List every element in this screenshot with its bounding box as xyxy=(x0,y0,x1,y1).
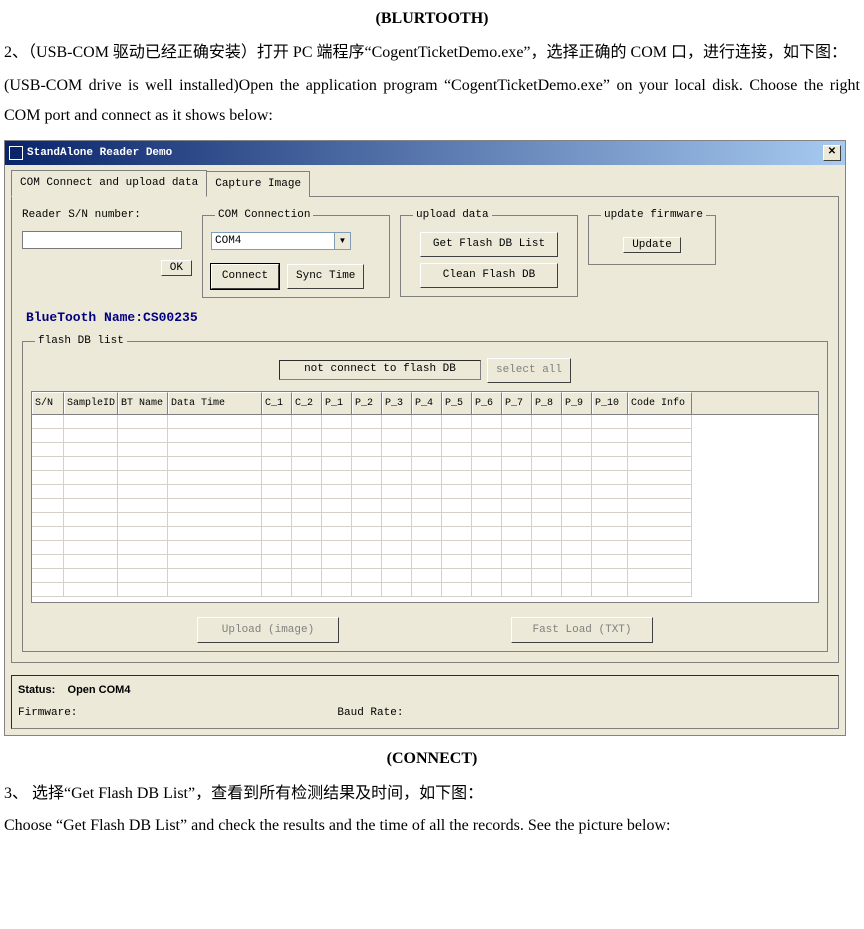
table-row xyxy=(32,415,818,429)
step2-english: (USB-COM drive is well installed)Open th… xyxy=(4,71,860,132)
column-header[interactable]: P_6 xyxy=(472,392,502,414)
heading-connect: (CONNECT) xyxy=(4,744,860,774)
connect-button[interactable]: Connect xyxy=(211,264,279,289)
baud-rate-label: Baud Rate: xyxy=(337,703,403,724)
sync-time-button[interactable]: Sync Time xyxy=(287,264,364,289)
get-flash-db-button[interactable]: Get Flash DB List xyxy=(420,232,558,257)
column-header[interactable]: P_1 xyxy=(322,392,352,414)
table-row xyxy=(32,443,818,457)
fast-load-txt-button[interactable]: Fast Load (TXT) xyxy=(511,617,653,644)
table-row xyxy=(32,583,818,597)
column-header[interactable]: P_9 xyxy=(562,392,592,414)
table-row xyxy=(32,471,818,485)
window-title: StandAlone Reader Demo xyxy=(27,143,172,164)
column-header[interactable]: P_10 xyxy=(592,392,628,414)
grid-header: S/NSampleIDBT NameData TimeC_1C_2P_1P_2P… xyxy=(32,392,818,415)
flash-status-text: not connect to flash DB xyxy=(279,360,481,380)
column-header[interactable]: P_8 xyxy=(532,392,562,414)
status-panel: Status: Open COM4 Firmware: Baud Rate: xyxy=(11,675,839,729)
column-header[interactable]: SampleID xyxy=(64,392,118,414)
column-header[interactable]: C_2 xyxy=(292,392,322,414)
titlebar: StandAlone Reader Demo ✕ xyxy=(5,141,845,166)
grid-body xyxy=(32,415,818,597)
sn-area: Reader S/N number: OK xyxy=(22,205,192,279)
upload-image-button[interactable]: Upload (image) xyxy=(197,617,339,644)
flash-db-legend: flash DB list xyxy=(35,331,127,352)
step3-chinese: 3、 选择“Get Flash DB List”，查看到所有检测结果及时间，如下… xyxy=(4,779,860,809)
column-header[interactable]: P_5 xyxy=(442,392,472,414)
update-firmware-group: update firmware Update xyxy=(588,205,716,265)
com-connection-group: COM Connection COM4 ▼ Connect Sync Time xyxy=(202,205,390,298)
close-button[interactable]: ✕ xyxy=(823,145,841,161)
table-row xyxy=(32,429,818,443)
update-button[interactable]: Update xyxy=(623,237,681,253)
flash-db-grid[interactable]: S/NSampleIDBT NameData TimeC_1C_2P_1P_2P… xyxy=(31,391,819,603)
app-window: StandAlone Reader Demo ✕ COM Connect and… xyxy=(4,140,846,737)
step2-chinese: 2、（USB-COM 驱动已经正确安装）打开 PC 端程序“CogentTick… xyxy=(4,38,860,68)
sn-input[interactable] xyxy=(22,231,182,249)
chevron-down-icon: ▼ xyxy=(334,233,350,249)
com-port-value: COM4 xyxy=(212,231,334,252)
table-row xyxy=(32,569,818,583)
table-row xyxy=(32,513,818,527)
update-firmware-legend: update firmware xyxy=(601,205,706,226)
select-all-button[interactable]: select all xyxy=(487,358,571,383)
table-row xyxy=(32,527,818,541)
flash-db-group: flash DB list not connect to flash DB se… xyxy=(22,331,828,653)
step2-prefix: 2、 xyxy=(4,44,28,61)
sn-label: Reader S/N number: xyxy=(22,205,192,226)
status-label: Status: xyxy=(18,684,55,696)
tab-com-connect[interactable]: COM Connect and upload data xyxy=(11,170,207,197)
status-value: Open COM4 xyxy=(68,684,131,696)
table-row xyxy=(32,555,818,569)
com-port-combo[interactable]: COM4 ▼ xyxy=(211,232,351,250)
column-header[interactable]: P_2 xyxy=(352,392,382,414)
heading-bluetooth: (BLURTOOTH) xyxy=(4,4,860,34)
table-row xyxy=(32,457,818,471)
step3-english: Choose “Get Flash DB List” and check the… xyxy=(4,811,860,841)
clean-flash-db-button[interactable]: Clean Flash DB xyxy=(420,263,558,288)
tab-capture-image[interactable]: Capture Image xyxy=(206,171,310,197)
column-header[interactable]: BT Name xyxy=(118,392,168,414)
table-row xyxy=(32,485,818,499)
table-row xyxy=(32,541,818,555)
upload-data-group: upload data Get Flash DB List Clean Flas… xyxy=(400,205,578,297)
upload-data-legend: upload data xyxy=(413,205,492,226)
column-header[interactable]: S/N xyxy=(32,392,64,414)
bluetooth-name: BlueTooth Name:CS00235 xyxy=(26,306,828,331)
firmware-label: Firmware: xyxy=(18,703,77,724)
column-header[interactable]: Data Time xyxy=(168,392,262,414)
column-header[interactable]: P_4 xyxy=(412,392,442,414)
ok-button[interactable]: OK xyxy=(161,260,192,276)
app-icon xyxy=(9,146,23,160)
step2-cn-text: （USB-COM 驱动已经正确安装）打开 PC 端程序“CogentTicket… xyxy=(28,44,847,61)
column-header[interactable]: P_7 xyxy=(502,392,532,414)
table-row xyxy=(32,499,818,513)
tab-panel: Reader S/N number: OK COM Connection COM… xyxy=(11,196,839,663)
column-header[interactable]: Code Info xyxy=(628,392,692,414)
column-header[interactable]: P_3 xyxy=(382,392,412,414)
com-connection-legend: COM Connection xyxy=(215,205,313,226)
column-header[interactable]: C_1 xyxy=(262,392,292,414)
tabstrip: COM Connect and upload data Capture Imag… xyxy=(11,169,839,196)
